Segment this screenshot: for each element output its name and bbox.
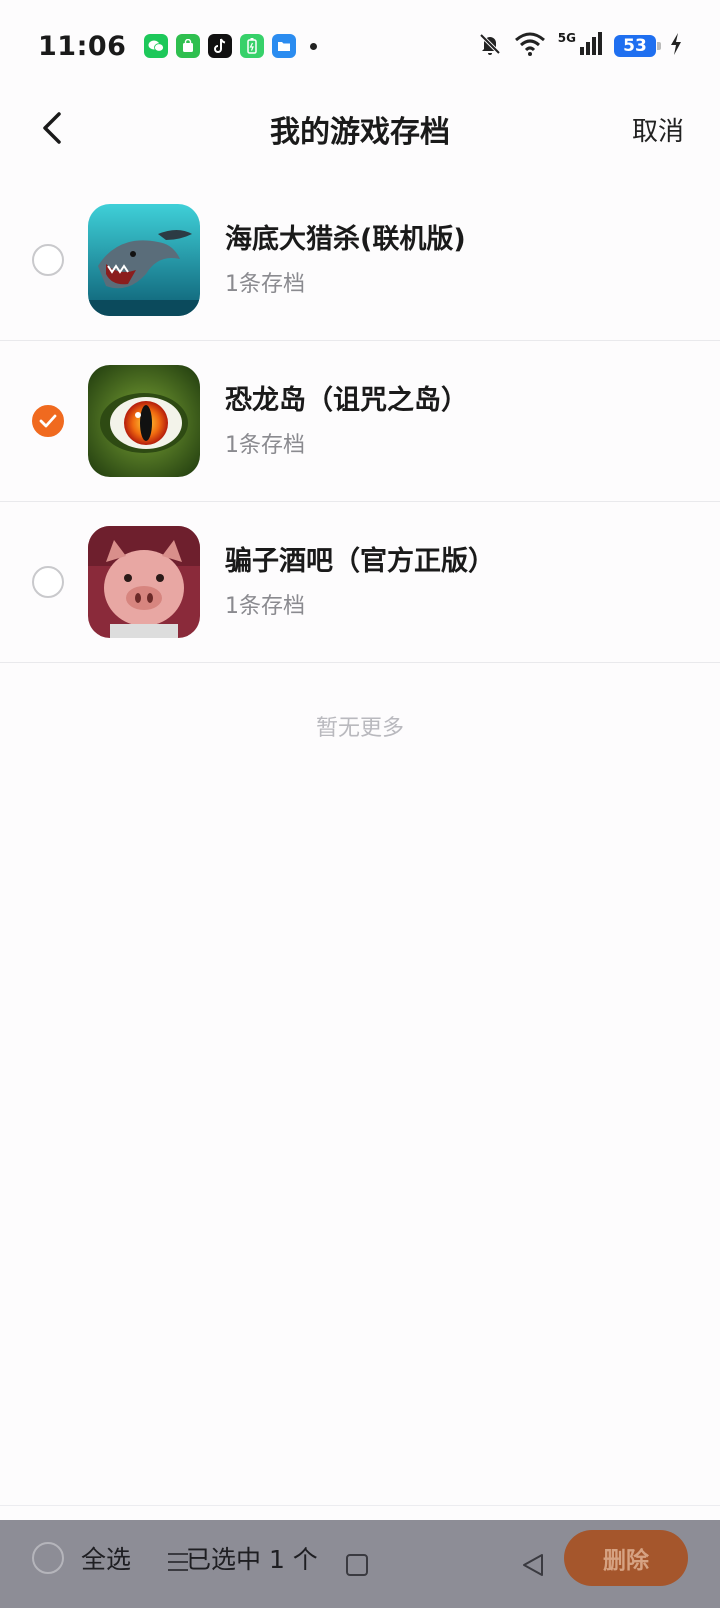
selected-count: 已选中 1 个	[186, 1545, 318, 1574]
game-info: 海底大猎杀(联机版) 1条存档	[225, 222, 466, 298]
game-title: 恐龙岛（诅咒之岛）	[225, 385, 468, 416]
game-title: 海底大猎杀(联机版)	[225, 224, 466, 255]
delete-button[interactable]: 删除	[564, 1530, 688, 1586]
chevron-left-icon	[43, 112, 61, 144]
back-button[interactable]	[30, 106, 74, 150]
save-count: 1条存档	[225, 272, 305, 297]
mute-icon	[478, 32, 502, 60]
nav-back-icon[interactable]	[520, 1552, 546, 1582]
cancel-button[interactable]: 取消	[632, 111, 684, 148]
files-app-icon	[272, 34, 297, 58]
shopping-app-icon	[176, 34, 201, 58]
row-checkbox[interactable]	[32, 244, 64, 276]
select-all-checkbox[interactable]	[32, 1542, 64, 1574]
bottom-action-bar: 全选 已选中 1 个 删除	[0, 1520, 720, 1608]
network-type-label: 5G	[557, 31, 576, 45]
game-info: 恐龙岛（诅咒之岛） 1条存档	[225, 383, 468, 459]
notification-icons	[144, 34, 318, 58]
list-item[interactable]: 恐龙岛（诅咒之岛） 1条存档	[0, 341, 720, 502]
status-bar: 11:06 5G 53	[0, 0, 720, 92]
row-checkbox-checked[interactable]	[32, 405, 64, 437]
game-icon-shark	[88, 204, 200, 316]
list-item[interactable]: 海底大猎杀(联机版) 1条存档	[0, 180, 720, 341]
list-item[interactable]: 骗子酒吧（官方正版） 1条存档	[0, 502, 720, 663]
wechat-icon	[144, 34, 169, 58]
signal-icon	[578, 32, 602, 60]
game-save-list: 海底大猎杀(联机版) 1条存档 恐龙岛（诅咒之岛） 1条存档 骗子酒吧（官方正版…	[0, 180, 720, 663]
battery-app-icon	[240, 34, 265, 58]
status-time: 11:06	[38, 30, 127, 62]
page-title: 我的游戏存档	[270, 115, 450, 150]
checkmark-icon	[39, 414, 57, 428]
game-info: 骗子酒吧（官方正版） 1条存档	[225, 544, 495, 620]
charging-icon	[668, 32, 684, 60]
system-status: 5G 53	[478, 31, 684, 60]
tiktok-icon	[208, 34, 233, 58]
row-checkbox[interactable]	[32, 566, 64, 598]
battery-indicator: 53	[614, 35, 661, 57]
nav-home-icon[interactable]	[346, 1554, 368, 1576]
game-title: 骗子酒吧（官方正版）	[225, 546, 495, 577]
bottom-divider	[0, 1505, 720, 1506]
save-count: 1条存档	[225, 433, 305, 458]
game-icon-pig	[88, 526, 200, 638]
save-count: 1条存档	[225, 594, 305, 619]
page-header: 我的游戏存档 取消	[0, 92, 720, 166]
wifi-icon	[514, 32, 546, 60]
list-end-message: 暂无更多	[315, 716, 404, 741]
select-all-label[interactable]: 全选	[81, 1540, 131, 1576]
more-notifications-dot	[310, 42, 318, 50]
game-icon-dinosaur-eye	[88, 365, 200, 477]
